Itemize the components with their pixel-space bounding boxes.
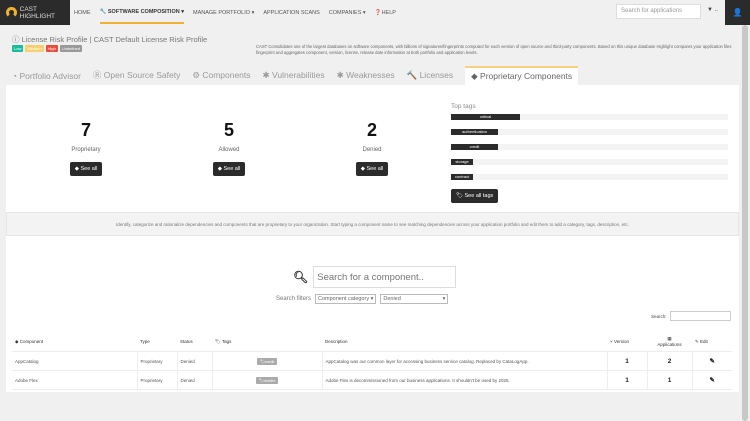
nav-application-scans[interactable]: APPLICATION SCANS <box>263 10 319 16</box>
nav-home[interactable]: HOME <box>74 10 91 16</box>
tag-bar-fill: contract <box>451 174 474 180</box>
application-search-input[interactable]: Search for applications <box>616 4 701 19</box>
tag-bar-fill: credit <box>451 144 499 150</box>
version-count[interactable]: 1 <box>606 351 647 371</box>
risk-badge: Medium <box>25 45 44 52</box>
nav-help[interactable]: ❓HELP <box>375 10 396 16</box>
col-edit[interactable]: ✎ Edit <box>692 332 732 352</box>
tab-vulnerabilities[interactable]: ✱ Vulnerabilities <box>263 66 325 85</box>
tab-licenses[interactable]: 🔨 Licenses <box>407 66 454 85</box>
help-icon: ❓ <box>374 9 382 16</box>
table-row[interactable]: AppCatalog Proprietary Denied 🏷credit Ap… <box>12 351 732 371</box>
col-version[interactable]: ⑂ Version <box>607 332 647 352</box>
tag-bar[interactable]: critical <box>451 114 728 120</box>
nav-companies[interactable]: COMPANIES ▾ <box>329 10 366 16</box>
license-risk-profile[interactable]: ⓘ License Risk Profile | CAST Default Li… <box>12 34 207 45</box>
components-table: ◆ Component Type Status 🏷 Tags Descripti… <box>12 332 732 390</box>
component-description: Adobe Flex is decommissioned from our bu… <box>321 370 607 390</box>
stat-denied: 2 Denied ◆ See all <box>342 120 402 176</box>
tag-chip[interactable]: 🏷credit <box>256 357 278 365</box>
top-nav: CAST HIGHLIGHT HOME 🔧 SOFTWARE COMPOSITI… <box>0 0 750 25</box>
table-search: Search: <box>651 311 731 321</box>
risk-badge: Low <box>12 45 24 52</box>
table-search-input[interactable] <box>669 311 731 321</box>
tag-chip[interactable]: 🏷mobile <box>255 376 279 384</box>
tag-bar-fill: authentication <box>451 129 499 135</box>
col-description[interactable]: Description <box>322 332 607 352</box>
tab-components[interactable]: ⚙ Components <box>192 66 250 85</box>
tab-weaknesses[interactable]: ✱ Weaknesses <box>337 66 395 85</box>
scrollbar-thumb[interactable] <box>742 25 748 421</box>
component-type: Proprietary <box>136 370 177 390</box>
version-count[interactable]: 1 <box>606 370 647 390</box>
search-filters: Search filters Component category ▾ Deni… <box>276 294 449 304</box>
tab-open-source-safety[interactable]: Ⓡ Open Source Safety <box>93 65 180 85</box>
component-status: Denied <box>176 370 212 390</box>
risk-badge: Undefined <box>59 45 83 52</box>
col-component[interactable]: ◆ Component <box>12 332 137 352</box>
logo-icon <box>6 7 17 18</box>
component-search: 🔍︎ <box>293 266 457 288</box>
tab-portfolio-advisor[interactable]: ◔ Portfolio Advisor <box>12 67 81 85</box>
stat-allowed: 5 Allowed ◆ See all <box>199 120 259 176</box>
nav-software-composition[interactable]: 🔧 SOFTWARE COMPOSITION ▾ <box>99 1 184 24</box>
col-applications[interactable]: ▦ Applications <box>647 332 692 352</box>
table-row[interactable]: Adobe Flex Proprietary Denied 🏷mobile Ad… <box>12 370 732 390</box>
tab-bar: ◔ Portfolio Advisor Ⓡ Open Source Safety… <box>12 65 579 85</box>
tag-icon: 🏷 <box>456 193 463 199</box>
intro-text: CAST Consolidates one of the largest dat… <box>256 44 732 55</box>
tag-bar-fill: storage <box>451 159 474 165</box>
col-type[interactable]: Type <box>137 332 177 352</box>
tag-bar[interactable]: credit <box>451 144 728 150</box>
see-all-tags-button[interactable]: 🏷 See all tags <box>451 189 499 203</box>
scrollbar[interactable] <box>740 25 750 421</box>
status-select[interactable]: Denied ▾ <box>380 294 449 304</box>
info-box: Identify, categorize and rationalize dep… <box>6 212 739 236</box>
tag-bar[interactable]: contract <box>451 174 728 180</box>
main-panel: 7 Proprietary ◆ See all 5 Allowed ◆ See all … <box>6 85 739 392</box>
tag-bar[interactable]: authentication <box>451 129 728 135</box>
top-tags: Top tags critical authentication credit sto… <box>451 103 728 203</box>
component-name[interactable]: Adobe Flex <box>12 370 137 390</box>
see-all-proprietary-button[interactable]: ◆ See all <box>69 162 103 176</box>
user-icon[interactable]: 👤 <box>725 0 750 25</box>
nav-manage-portfolio[interactable]: MANAGE PORTFOLIO ▾ <box>193 10 254 16</box>
col-tags[interactable]: 🏷 Tags <box>212 332 322 352</box>
applications-count[interactable]: 2 <box>646 351 692 371</box>
component-name[interactable]: AppCatalog <box>12 351 137 371</box>
filter-icon[interactable]: ▼ .. <box>707 7 718 13</box>
see-all-allowed-button[interactable]: ◆ See all <box>212 162 246 176</box>
tab-proprietary-components[interactable]: ◆ Proprietary Components <box>465 66 579 85</box>
main-menu: HOME 🔧 SOFTWARE COMPOSITION ▾ MANAGE POR… <box>74 0 396 25</box>
search-icon: 🔍︎ <box>293 270 309 284</box>
col-status[interactable]: Status <box>177 332 212 352</box>
tag-bar[interactable]: storage <box>451 159 728 165</box>
component-category-select[interactable]: Component category ▾ <box>315 294 377 304</box>
stat-proprietary: 7 Proprietary ◆ See all <box>56 120 116 176</box>
logo[interactable]: CAST HIGHLIGHT <box>0 0 70 25</box>
component-type: Proprietary <box>136 351 177 371</box>
component-description: AppCatalog was our common layer for acce… <box>321 351 607 371</box>
applications-count[interactable]: 1 <box>646 370 692 390</box>
tag-bar-fill: critical <box>451 114 521 120</box>
component-search-input[interactable] <box>313 266 457 288</box>
see-all-denied-button[interactable]: ◆ See all <box>355 162 389 176</box>
edit-icon[interactable]: ✎ <box>691 370 732 390</box>
risk-legend: Low Medium High Undefined <box>12 45 83 52</box>
component-status: Denied <box>176 351 212 371</box>
edit-icon[interactable]: ✎ <box>691 351 732 371</box>
risk-badge: High <box>45 45 58 52</box>
